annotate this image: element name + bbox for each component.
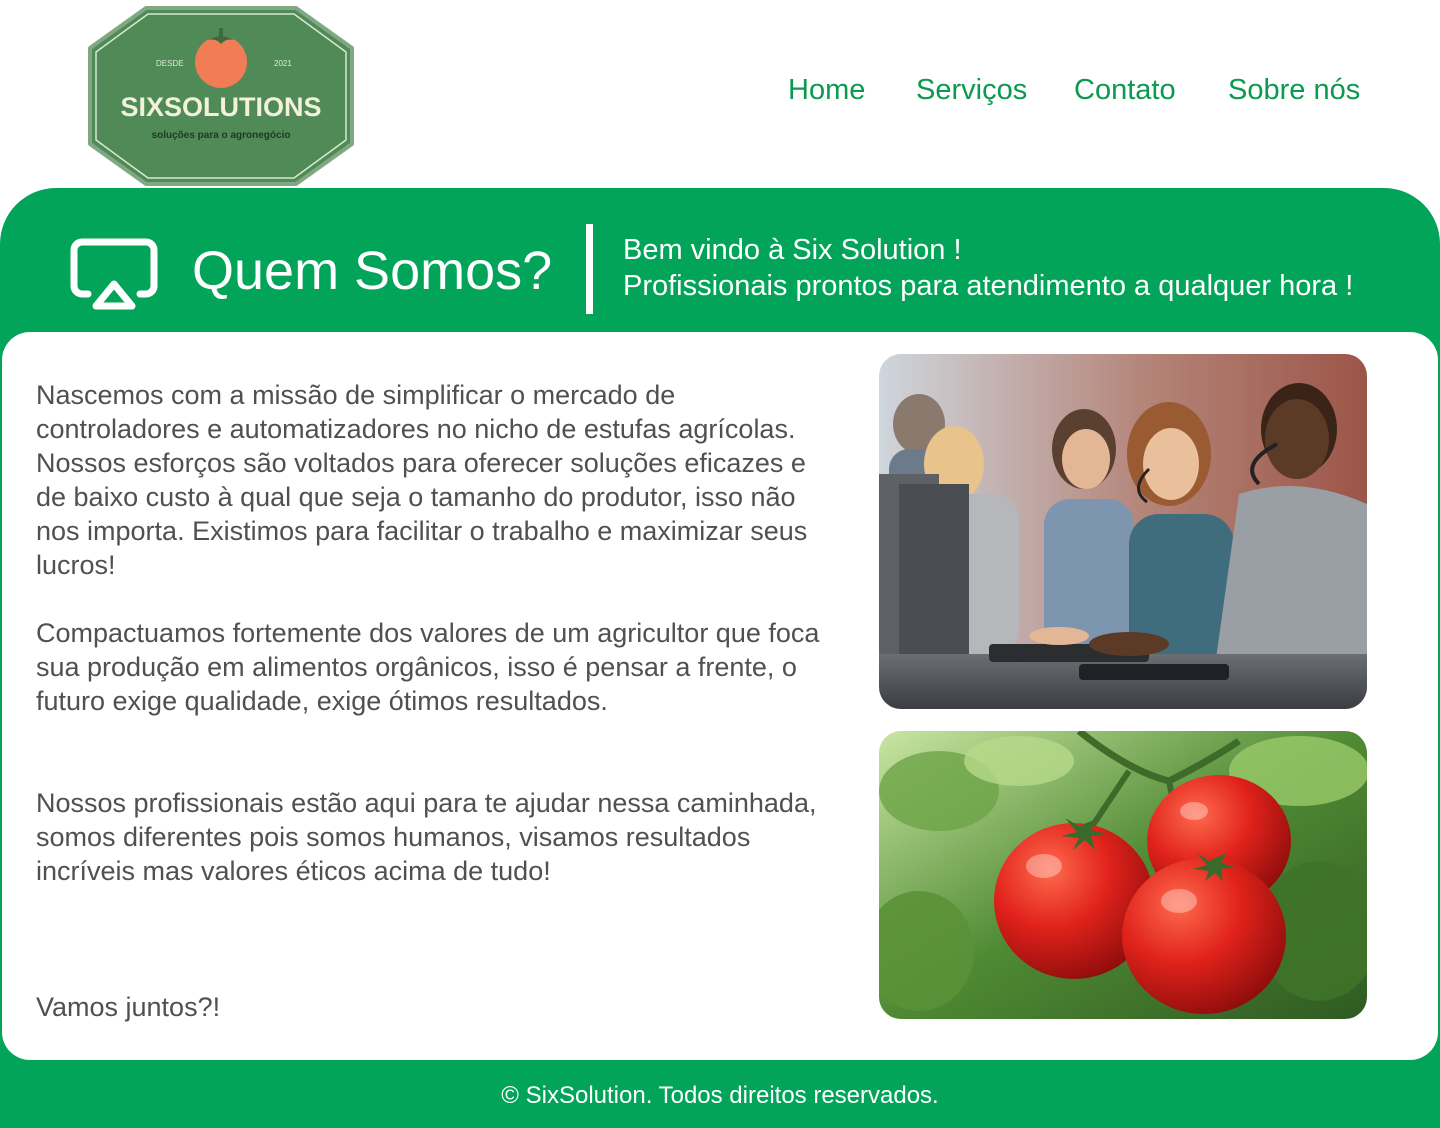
airplay-icon xyxy=(70,238,158,314)
nav-link-home[interactable]: Home xyxy=(788,70,865,110)
nav-link-sobre-nos[interactable]: Sobre nós xyxy=(1228,70,1360,110)
hero-divider xyxy=(586,224,593,314)
about-paragraph-values: Compactuamos fortemente dos valores de u… xyxy=(36,618,820,716)
since-label: DESDE xyxy=(156,59,184,68)
about-paragraph-cta: Vamos juntos?! xyxy=(36,992,221,1022)
hero-subtitle-line-2: Profissionais prontos para atendimento a… xyxy=(623,270,1354,302)
tomatoes-photo xyxy=(879,731,1367,1019)
nav-link-contato[interactable]: Contato xyxy=(1074,70,1176,110)
hero-subtitle-line-1: Bem vindo à Six Solution ! xyxy=(623,234,962,266)
since-year: 2021 xyxy=(274,59,292,68)
nav-link-servicos[interactable]: Serviços xyxy=(916,70,1027,110)
about-paragraph-mission: Nascemos com a missão de simplificar o m… xyxy=(36,380,808,580)
footer-copyright: © SixSolution. Todos direitos reservados… xyxy=(501,1082,939,1109)
hero-title: Quem Somos? xyxy=(192,241,553,301)
hero-subtitle: Bem vindo à Six Solution ! Profissionais… xyxy=(623,232,1353,304)
site-header: DESDE 2021 SIXSOLUTIONS soluções para o … xyxy=(0,0,1440,190)
logo-tagline: soluções para o agronegócio xyxy=(152,130,291,141)
about-paragraph-team: Nossos profissionais estão aqui para te … xyxy=(36,788,817,886)
call-center-team-photo xyxy=(879,354,1367,709)
main-nav: Home Serviços Contato Sobre nós xyxy=(0,70,1440,110)
